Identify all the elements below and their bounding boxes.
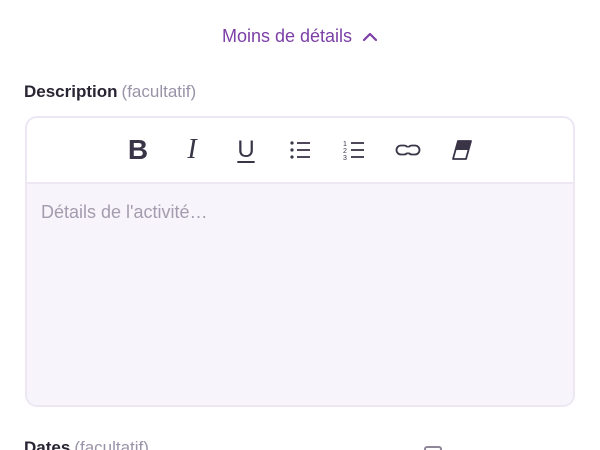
- editor-toolbar: B I U 1 2 3: [27, 118, 573, 184]
- svg-text:3: 3: [343, 155, 347, 162]
- link-icon: [395, 144, 421, 156]
- dates-label: Dates (facultatif): [24, 438, 149, 450]
- chevron-up-icon: [362, 32, 378, 42]
- underline-button[interactable]: U: [231, 134, 261, 166]
- description-title: Description: [24, 82, 118, 101]
- bold-icon: B: [127, 134, 149, 165]
- italic-button[interactable]: I: [177, 134, 207, 166]
- description-optional: (facultatif): [121, 82, 197, 101]
- underline-icon: U: [237, 136, 255, 163]
- svg-text:1: 1: [343, 141, 347, 148]
- description-editor: B I U 1 2 3 Détails de l'activité…: [25, 116, 575, 407]
- bold-button[interactable]: B: [123, 134, 153, 166]
- description-input[interactable]: [27, 184, 573, 405]
- activity-form: Moins de détails Description (facultatif)…: [0, 0, 600, 450]
- bullet-list-icon: [290, 141, 310, 159]
- clear-format-button[interactable]: [447, 134, 477, 166]
- less-details-toggle[interactable]: Moins de détails: [0, 26, 600, 47]
- dates-checkbox[interactable]: [424, 446, 442, 450]
- numbered-list-icon: 1 2 3: [343, 141, 364, 162]
- svg-text:2: 2: [343, 148, 347, 155]
- numbered-list-button[interactable]: 1 2 3: [339, 134, 369, 166]
- eraser-icon: [452, 140, 472, 160]
- italic-icon: I: [187, 134, 197, 165]
- dates-optional: (facultatif): [74, 438, 149, 450]
- link-button[interactable]: [393, 134, 423, 166]
- description-input-area: [27, 184, 573, 405]
- less-details-label: Moins de détails: [221, 26, 353, 46]
- bullet-list-button[interactable]: [285, 134, 315, 166]
- description-label: Description (facultatif): [24, 82, 196, 102]
- dates-title: Dates: [24, 438, 71, 450]
